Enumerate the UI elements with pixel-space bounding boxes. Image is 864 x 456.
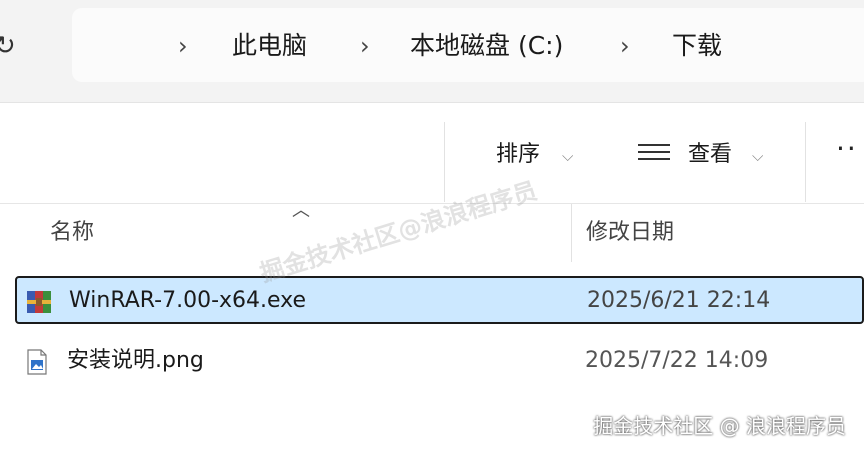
command-bar xyxy=(0,103,864,203)
toolbar-divider xyxy=(444,122,445,202)
chevron-right-icon[interactable]: › xyxy=(620,29,630,63)
file-row-selected[interactable]: WinRAR-7.00-x64.exe 2025/6/21 22:14 xyxy=(15,276,864,324)
column-header-name[interactable]: 名称 xyxy=(50,218,94,248)
file-date: 2025/6/21 22:14 xyxy=(587,288,771,313)
breadcrumb-local-disk[interactable]: 本地磁盘 (C:) xyxy=(410,29,563,63)
chevron-down-icon[interactable]: ⌵ xyxy=(562,142,573,170)
chevron-down-icon[interactable]: ⌵ xyxy=(752,142,763,170)
watermark-corner: 掘金技术社区 @ 浪浪程序员 xyxy=(593,414,846,438)
view-button[interactable]: 查看 xyxy=(688,140,732,170)
breadcrumb-this-pc[interactable]: 此电脑 xyxy=(232,29,307,63)
winrar-icon xyxy=(27,291,51,313)
address-bar-region: ↻ › 此电脑 › 本地磁盘 (C:) › 下载 xyxy=(0,0,864,103)
toolbar-divider xyxy=(805,122,806,202)
file-row[interactable]: 安装说明.png 2025/7/22 14:09 xyxy=(15,338,864,386)
file-name: WinRAR-7.00-x64.exe xyxy=(69,288,307,313)
image-file-icon xyxy=(27,349,47,375)
file-date: 2025/7/22 14:09 xyxy=(585,348,769,373)
breadcrumb-downloads[interactable]: 下载 xyxy=(672,29,722,63)
sort-up-icon: ︿ xyxy=(292,200,310,221)
more-options-icon[interactable]: ·· xyxy=(836,132,858,165)
column-header-date-modified[interactable]: 修改日期 xyxy=(586,218,674,248)
file-name: 安装说明.png xyxy=(67,348,204,373)
chevron-right-icon[interactable]: › xyxy=(360,29,370,63)
chevron-right-icon[interactable]: › xyxy=(178,29,188,63)
view-lines-icon[interactable] xyxy=(638,144,670,166)
refresh-icon[interactable]: ↻ xyxy=(0,30,26,62)
sort-button[interactable]: 排序 xyxy=(496,140,540,170)
column-resize-handle[interactable] xyxy=(571,204,572,262)
